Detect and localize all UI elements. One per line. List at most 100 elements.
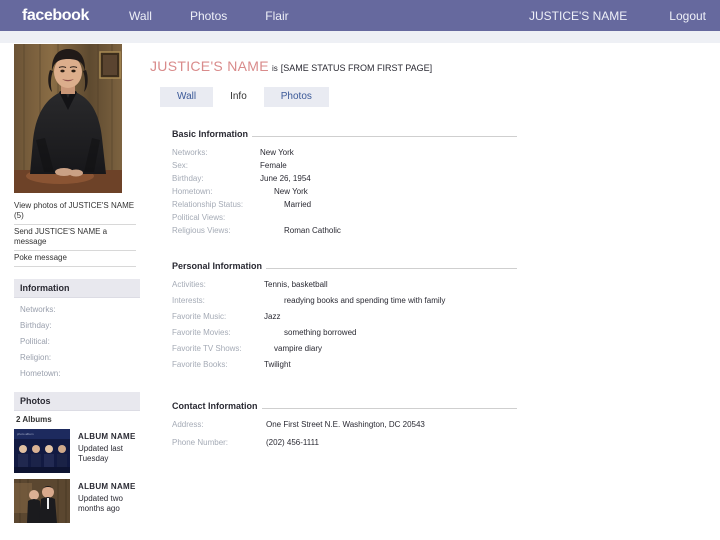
info-row: Address: One First Street N.E. Washingto… bbox=[172, 420, 517, 429]
info-row: Favorite Books: Twilight bbox=[172, 360, 517, 369]
sidebar-field-networks: Networks: bbox=[20, 305, 56, 314]
personal-information-section: Personal Information Activities: Tennis,… bbox=[172, 261, 517, 369]
info-label-address: Address: bbox=[172, 420, 204, 429]
section-rule bbox=[261, 407, 517, 409]
profile-tabs: Wall Info Photos bbox=[160, 87, 710, 107]
contact-information-section: Contact Information Address: One First S… bbox=[172, 401, 517, 447]
facebook-logo[interactable]: facebook bbox=[22, 7, 89, 25]
account-name-link[interactable]: JUSTICE'S NAME bbox=[529, 9, 627, 23]
info-row: Phone Number: (202) 456-1111 bbox=[172, 438, 517, 447]
info-row: Favorite TV Shows: vampire diary bbox=[172, 344, 517, 353]
info-value-religious-views: Roman Catholic bbox=[284, 226, 341, 235]
section-title-text: Contact Information bbox=[172, 401, 258, 411]
section-title-basic-information: Basic Information bbox=[172, 129, 517, 139]
info-row: Favorite Music: Jazz bbox=[172, 312, 517, 321]
info-value-favorite-movies: something borrowed bbox=[284, 328, 357, 337]
top-navigation-right: JUSTICE'S NAME Logout bbox=[487, 0, 706, 31]
info-value-hometown: New York bbox=[274, 187, 308, 196]
album-updated: Updated two months ago bbox=[78, 494, 123, 513]
section-title-text: Basic Information bbox=[172, 129, 249, 139]
section-title-personal-information: Personal Information bbox=[172, 261, 517, 271]
info-label-activities: Activities: bbox=[172, 280, 206, 289]
info-label-favorite-tv-shows: Favorite TV Shows: bbox=[172, 344, 242, 353]
info-label-favorite-music: Favorite Music: bbox=[172, 312, 227, 321]
nav-link-wall[interactable]: Wall bbox=[129, 9, 152, 23]
main-content: JUSTICE'S NAME is [SAME STATUS FROM FIRS… bbox=[150, 44, 710, 456]
info-label-favorite-movies: Favorite Movies: bbox=[172, 328, 231, 337]
photos-box-title: Photos bbox=[14, 392, 140, 411]
album-meta: ALBUM NAME Updated two months ago bbox=[78, 479, 138, 523]
profile-action-links: View photos of JUSTICE'S NAME (5) Send J… bbox=[14, 199, 136, 267]
info-label-political-views: Political Views: bbox=[172, 213, 226, 222]
tab-wall[interactable]: Wall bbox=[160, 87, 214, 107]
album-name[interactable]: ALBUM NAME bbox=[78, 482, 138, 491]
album-meta: ALBUM NAME Updated last Tuesday bbox=[78, 429, 138, 473]
information-box: Information Networks: Birthday: Politica… bbox=[14, 279, 140, 378]
profile-photo-image bbox=[14, 44, 122, 193]
photos-box: Photos 2 Albums photo album ALBUM NAME U… bbox=[14, 392, 140, 523]
info-label-hometown: Hometown: bbox=[172, 187, 213, 196]
section-rule bbox=[252, 135, 517, 137]
info-row: Hometown: New York bbox=[172, 187, 517, 196]
nav-link-photos[interactable]: Photos bbox=[190, 9, 227, 23]
info-value-political-views bbox=[252, 213, 260, 222]
info-row: Political Views: bbox=[172, 213, 517, 222]
svg-text:photo album: photo album bbox=[17, 432, 34, 436]
info-row: Sex: Female bbox=[172, 161, 517, 170]
info-label-birthday: Birthday: bbox=[172, 174, 204, 183]
album-cover-image bbox=[14, 479, 70, 523]
album-item[interactable]: ALBUM NAME Updated two months ago bbox=[14, 479, 164, 523]
info-row: Birthday: June 26, 1954 bbox=[172, 174, 517, 183]
info-label-networks: Networks: bbox=[172, 148, 208, 157]
info-label-phone-number: Phone Number: bbox=[172, 438, 229, 447]
profile-photo[interactable] bbox=[14, 44, 122, 193]
album-name[interactable]: ALBUM NAME bbox=[78, 432, 138, 441]
info-row: Interests: readying books and spending t… bbox=[172, 296, 517, 305]
album-cover-image: photo album bbox=[14, 429, 70, 473]
header-divider-strip bbox=[0, 31, 720, 43]
info-value-phone-number: (202) 456-1111 bbox=[266, 438, 319, 447]
information-box-title: Information bbox=[14, 279, 140, 298]
tab-photos[interactable]: Photos bbox=[263, 87, 329, 107]
album-count: 2 Albums bbox=[16, 415, 52, 424]
info-label-relationship-status: Relationship Status: bbox=[172, 200, 244, 209]
sidebar-field-political: Political: bbox=[20, 337, 50, 346]
basic-information-rows: Networks: New York Sex: Female Birthday:… bbox=[172, 148, 517, 235]
info-value-favorite-books: Twilight bbox=[264, 360, 291, 369]
info-value-address: One First Street N.E. Washington, DC 205… bbox=[266, 420, 425, 429]
page-title: JUSTICE'S NAME bbox=[150, 58, 269, 74]
top-navigation-bar: facebook Wall Photos Flair JUSTICE'S NAM… bbox=[0, 0, 720, 31]
sidebar-field-religion: Religion: bbox=[20, 353, 52, 362]
status-verb: is bbox=[271, 64, 278, 73]
info-label-favorite-books: Favorite Books: bbox=[172, 360, 228, 369]
profile-status-line: JUSTICE'S NAME is [SAME STATUS FROM FIRS… bbox=[150, 44, 710, 74]
section-rule bbox=[266, 267, 517, 269]
logout-link[interactable]: Logout bbox=[669, 9, 706, 23]
info-label-interests: Interests: bbox=[172, 296, 205, 305]
info-row: Networks: New York bbox=[172, 148, 517, 157]
info-row: Favorite Movies: something borrowed bbox=[172, 328, 517, 337]
album-thumbnail[interactable] bbox=[14, 479, 70, 523]
personal-information-rows: Activities: Tennis, basketball Interests… bbox=[172, 280, 517, 369]
left-sidebar: View photos of JUSTICE'S NAME (5) Send J… bbox=[14, 44, 150, 529]
album-thumbnail[interactable]: photo album bbox=[14, 429, 70, 473]
info-value-birthday: June 26, 1954 bbox=[260, 174, 311, 183]
info-value-sex: Female bbox=[260, 161, 287, 170]
contact-information-rows: Address: One First Street N.E. Washingto… bbox=[172, 420, 517, 447]
info-row: Relationship Status: Married bbox=[172, 200, 517, 209]
info-label-sex: Sex: bbox=[172, 161, 189, 170]
poke-message-link[interactable]: Poke message bbox=[14, 251, 136, 267]
info-row: Religious Views: Roman Catholic bbox=[172, 226, 517, 235]
view-photos-link[interactable]: View photos of JUSTICE'S NAME (5) bbox=[14, 199, 136, 225]
info-value-favorite-music: Jazz bbox=[264, 312, 281, 321]
section-title-text: Personal Information bbox=[172, 261, 263, 271]
section-title-contact-information: Contact Information bbox=[172, 401, 517, 411]
nav-link-flair[interactable]: Flair bbox=[265, 9, 288, 23]
send-message-link[interactable]: Send JUSTICE'S NAME a message bbox=[14, 225, 136, 251]
info-value-interests: readying books and spending time with fa… bbox=[284, 296, 446, 305]
info-value-relationship-status: Married bbox=[284, 200, 312, 209]
status-text: [SAME STATUS FROM FIRST PAGE] bbox=[280, 63, 433, 73]
album-item[interactable]: photo album ALBUM NAME Updated last Tues… bbox=[14, 429, 164, 473]
tab-info[interactable]: Info bbox=[213, 87, 264, 107]
info-value-favorite-tv-shows: vampire diary bbox=[274, 344, 323, 353]
